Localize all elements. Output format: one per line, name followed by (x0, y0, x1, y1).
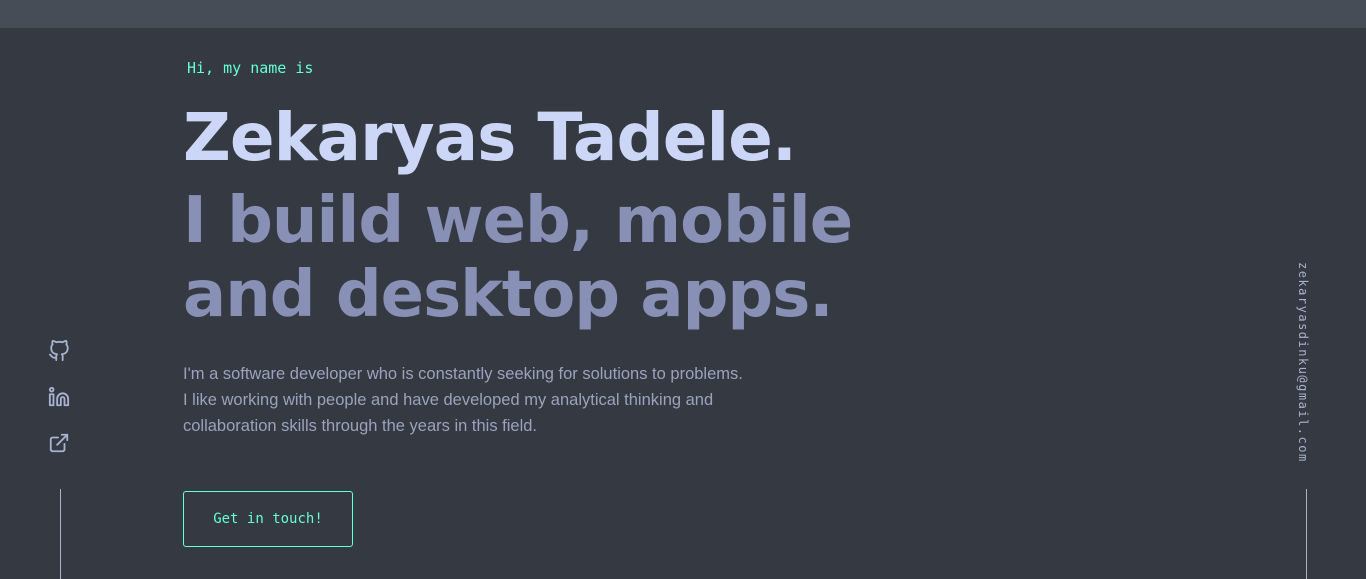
get-in-touch-button[interactable]: Get in touch! (183, 491, 353, 547)
linkedin-icon[interactable] (48, 386, 72, 410)
top-bar (0, 0, 1366, 28)
hero-bio: I'm a software developer who is constant… (183, 365, 743, 435)
hero-name: Zekaryas Tadele. (183, 99, 797, 176)
left-divider-line (60, 489, 61, 579)
github-icon[interactable] (48, 340, 72, 364)
hero-tagline: I build web, mobile and desktop apps. (183, 184, 853, 332)
email-link[interactable]: zekaryasdinku@gmail.com (1296, 262, 1310, 463)
greeting-text: Hi, my name is (187, 59, 314, 77)
social-links (48, 340, 72, 478)
right-divider-line (1306, 489, 1307, 579)
external-link-icon[interactable] (48, 432, 72, 456)
